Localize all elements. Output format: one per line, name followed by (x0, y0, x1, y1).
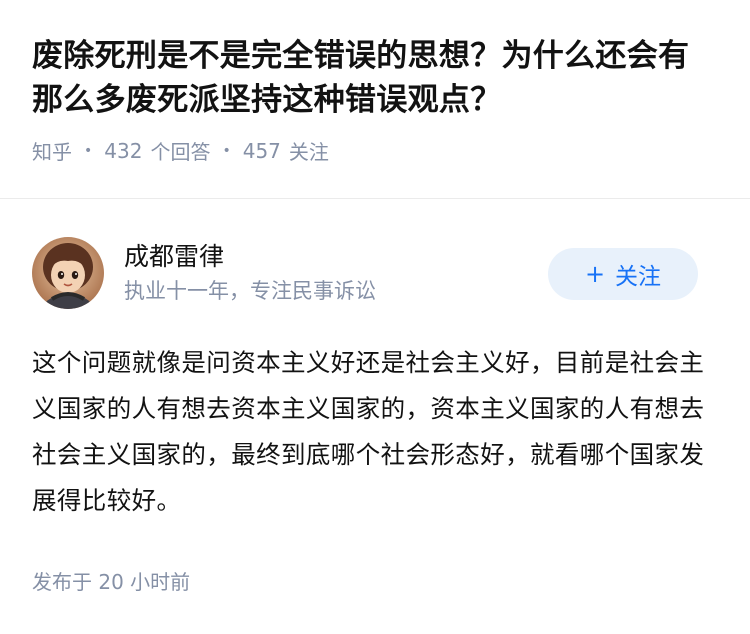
follow-button-label: 关注 (615, 264, 662, 290)
question-meta: 知乎 • 432 个回答 • 457 关注 (32, 136, 718, 165)
author-info: 成都雷律 执业十一年，专注民事诉讼 (124, 240, 376, 306)
divider (0, 198, 750, 199)
question-header: 废除死刑是不是完全错误的思想？为什么还会有那么多废死派坚持这种错误观点？ 知乎 … (0, 0, 750, 166)
avatar-image (32, 237, 104, 309)
answer-count[interactable]: 432 (104, 139, 142, 163)
answer-time: 发布于 20 小时前 (32, 570, 191, 594)
source-label[interactable]: 知乎 (32, 136, 72, 165)
avatar[interactable] (32, 237, 104, 309)
follower-count-label[interactable]: 关注 (289, 136, 329, 165)
question-title[interactable]: 废除死刑是不是完全错误的思想？为什么还会有那么多废死派坚持这种错误观点？ (32, 34, 718, 122)
author-bio: 执业十一年，专注民事诉讼 (124, 279, 376, 303)
separator-dot: • (84, 142, 93, 159)
separator-dot: • (222, 142, 231, 159)
follow-button[interactable]: + 关注 (548, 248, 698, 300)
answer-card: 成都雷律 执业十一年，专注民事诉讼 + 关注 这个问题就像是问资本主义好还是社会… (32, 236, 718, 594)
plus-icon: + (584, 260, 606, 288)
author-name[interactable]: 成都雷律 (124, 240, 376, 274)
follower-count[interactable]: 457 (243, 139, 281, 163)
answer-content[interactable]: 这个问题就像是问资本主义好还是社会主义好，目前是社会主义国家的人有想去资本主义国… (32, 340, 718, 524)
answer-count-label[interactable]: 个回答 (150, 136, 210, 165)
author-row: 成都雷律 执业十一年，专注民事诉讼 + 关注 (32, 236, 718, 310)
